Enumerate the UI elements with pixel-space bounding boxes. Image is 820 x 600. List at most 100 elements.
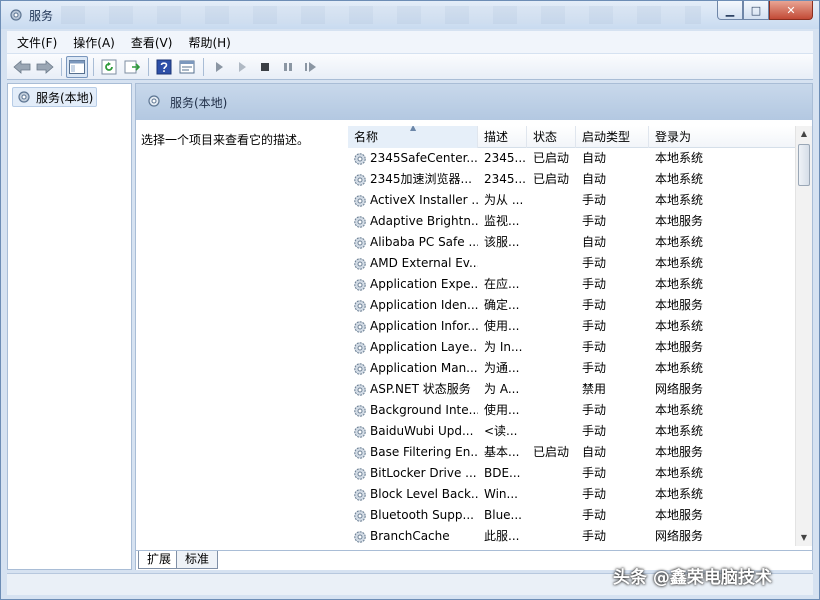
menu-view[interactable]: 查看(V)	[131, 34, 173, 51]
service-startup-type: 手动	[582, 529, 607, 543]
column-header-startup-type[interactable]: 启动类型	[576, 126, 649, 148]
table-row[interactable]: Alibaba PC Safe ... 该服... 自动 本地系统	[348, 232, 796, 253]
back-arrow-icon	[13, 59, 31, 74]
pause-service-button[interactable]	[277, 56, 299, 78]
column-header-log-on-as[interactable]: 登录为	[649, 126, 796, 148]
close-button[interactable]: ✕	[769, 1, 813, 20]
table-row[interactable]: ASP.NET 状态服务为 A... 禁用 网络服务	[348, 379, 796, 400]
table-row[interactable]: Application Expe... 在应... 手动 本地系统	[348, 274, 796, 295]
service-description: 为 A...	[484, 382, 520, 396]
table-row[interactable]: BaiduWubi Upd... <读... 手动 本地系统	[348, 421, 796, 442]
start-service-alt-button[interactable]	[231, 56, 253, 78]
services-window: 服务 ▁ □ ✕ 文件(F) 操作(A) 查看(V) 帮助(H) 服务(本地) …	[0, 0, 820, 600]
table-row[interactable]: Background Inte... 使用... 手动 本地系统	[348, 400, 796, 421]
service-name: Base Filtering En...	[370, 445, 478, 459]
description-text: 选择一个项目来查看它的描述。	[141, 133, 310, 147]
table-row[interactable]: Block Level Back... Win... 手动 本地系统	[348, 484, 796, 505]
table-row[interactable]: Adaptive Brightn... 监视... 手动 本地服务	[348, 211, 796, 232]
service-gear-icon	[354, 320, 366, 333]
service-name-cell: ASP.NET 状态服务	[348, 379, 478, 400]
service-startup-type: 手动	[582, 361, 607, 375]
export-list-button[interactable]	[121, 56, 143, 78]
service-name: 2345加速浏览器...	[370, 172, 472, 186]
help-button[interactable]	[153, 56, 175, 78]
service-startup-type: 手动	[582, 340, 607, 354]
service-description: 使用...	[484, 403, 520, 417]
service-log-on-as: 本地系统	[655, 151, 704, 165]
table-row[interactable]: Application Iden... 确定... 手动 本地服务	[348, 295, 796, 316]
vertical-scrollbar[interactable]: ▲ ▼	[795, 126, 812, 546]
scroll-down-arrow-icon[interactable]: ▼	[796, 530, 812, 546]
service-gear-icon	[354, 215, 366, 228]
table-row[interactable]: Application Man... 为通... 手动 本地系统	[348, 358, 796, 379]
table-row[interactable]: 2345SafeCenter... 2345... 已启动 自动 本地系统	[348, 148, 796, 169]
service-status	[527, 358, 576, 379]
service-log-on-as: 本地系统	[655, 235, 704, 249]
service-gear-icon	[354, 236, 366, 249]
minimize-button[interactable]: ▁	[717, 1, 743, 20]
table-row[interactable]: Base Filtering En... 基本... 已启动 自动 本地服务	[348, 442, 796, 463]
tab-standard[interactable]: 标准	[176, 551, 219, 569]
refresh-button[interactable]	[98, 56, 120, 78]
toolbar-separator	[148, 57, 149, 76]
service-startup-type: 手动	[582, 508, 607, 522]
service-name: AMD External Ev...	[370, 256, 478, 270]
service-startup-type: 自动	[582, 445, 607, 459]
maximize-button[interactable]: □	[743, 1, 769, 20]
table-row[interactable]: ActiveX Installer ... 为从 ... 手动 本地系统	[348, 190, 796, 211]
services-gear-icon	[10, 9, 22, 21]
title-bar[interactable]: 服务 ▁ □ ✕	[1, 1, 819, 29]
table-row[interactable]: AMD External Ev... 手动 本地系统	[348, 253, 796, 274]
table-row[interactable]: BitLocker Drive ... BDE... 手动 本地系统	[348, 463, 796, 484]
service-log-on-as: 本地系统	[655, 487, 704, 501]
service-name: Block Level Back...	[370, 487, 478, 501]
column-header-name[interactable]: ▲ 名称	[348, 126, 478, 148]
service-status: 已启动	[533, 151, 570, 165]
scroll-up-arrow-icon[interactable]: ▲	[796, 126, 812, 142]
start-service-button[interactable]	[208, 56, 230, 78]
menu-file[interactable]: 文件(F)	[17, 34, 57, 51]
scrollbar-thumb[interactable]	[798, 144, 810, 186]
service-gear-icon	[354, 278, 366, 291]
stop-service-button[interactable]	[254, 56, 276, 78]
service-name: Application Infor...	[370, 319, 478, 333]
service-startup-type: 手动	[582, 298, 607, 312]
play-outline-icon	[239, 61, 246, 72]
watermark: 头条 @鑫荣电脑技术	[613, 568, 772, 588]
service-gear-icon	[354, 383, 366, 396]
service-name: BranchCache	[370, 529, 450, 543]
table-row[interactable]: 2345加速浏览器... 2345... 已启动 自动 本地系统	[348, 169, 796, 190]
list-header: ▲ 名称 描述 状态 启动类型 登录为	[348, 126, 796, 148]
column-header-status[interactable]: 状态	[527, 126, 576, 148]
table-row[interactable]: BranchCache 此服... 手动 网络服务	[348, 526, 796, 546]
table-row[interactable]: Bluetooth Supp... Blue... 手动 本地服务	[348, 505, 796, 526]
properties-button[interactable]	[176, 56, 198, 78]
back-button[interactable]	[11, 56, 33, 78]
service-description: Win...	[484, 487, 518, 501]
service-log-on-as: 本地服务	[655, 214, 704, 228]
column-header-description[interactable]: 描述	[478, 126, 527, 148]
services-gear-icon	[148, 95, 160, 107]
menu-action[interactable]: 操作(A)	[73, 34, 115, 51]
service-status	[527, 505, 576, 526]
forward-button[interactable]	[34, 56, 56, 78]
restart-service-button[interactable]	[300, 56, 322, 78]
service-description: BDE...	[484, 466, 521, 480]
service-log-on-as: 本地系统	[655, 361, 704, 375]
service-name-cell: Alibaba PC Safe ...	[348, 232, 478, 253]
sort-ascending-icon: ▲	[410, 126, 417, 132]
table-row[interactable]: Application Laye... 为 In... 手动 本地服务	[348, 337, 796, 358]
tree-item-services-local[interactable]: 服务(本地)	[12, 87, 98, 107]
service-name-cell: Adaptive Brightn...	[348, 211, 478, 232]
service-status	[527, 379, 576, 400]
service-name-cell: Application Iden...	[348, 295, 478, 316]
service-gear-icon	[354, 509, 366, 522]
service-name: Alibaba PC Safe ...	[370, 235, 478, 249]
tab-extended[interactable]: 扩展	[138, 551, 181, 569]
table-row[interactable]: Application Infor... 使用... 手动 本地系统	[348, 316, 796, 337]
service-name-cell: BaiduWubi Upd...	[348, 421, 478, 442]
menu-help[interactable]: 帮助(H)	[188, 34, 230, 51]
service-startup-type: 手动	[582, 256, 607, 270]
service-name-cell: Bluetooth Supp...	[348, 505, 478, 526]
show-hide-console-tree-button[interactable]	[66, 55, 88, 78]
